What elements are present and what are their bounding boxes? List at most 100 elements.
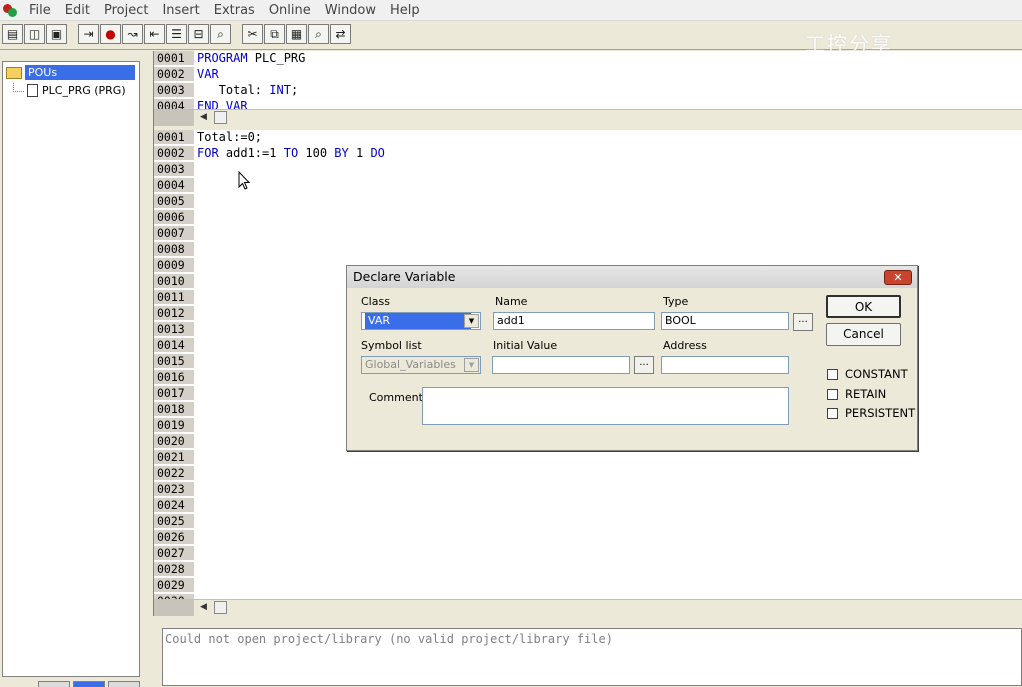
comment-field[interactable]: [422, 387, 789, 425]
save-icon[interactable]: ▣: [46, 24, 67, 44]
initial-value-browse-button[interactable]: ...: [634, 356, 654, 374]
line-number: 0002: [154, 67, 194, 82]
code-line[interactable]: 0004: [154, 178, 1022, 194]
paste-icon[interactable]: ▦: [286, 24, 307, 44]
menu-item-help[interactable]: Help: [383, 3, 427, 18]
code-line[interactable]: 0005: [154, 194, 1022, 210]
code-line[interactable]: 0028: [154, 562, 1022, 578]
scroll-left-icon[interactable]: ◀: [200, 602, 207, 612]
code-line[interactable]: 0026: [154, 530, 1022, 546]
type-browse-button[interactable]: ...: [793, 313, 813, 331]
name-field[interactable]: add1: [493, 312, 655, 330]
keyword-token: TO: [283, 146, 299, 160]
tree-item-plc-prg[interactable]: PLC_PRG (PRG): [13, 83, 126, 97]
checkbox-box[interactable]: [827, 388, 838, 400]
code-line[interactable]: 0006: [154, 210, 1022, 226]
app-icon[interactable]: [2, 2, 18, 18]
menu-item-online[interactable]: Online: [262, 3, 318, 18]
scroll-thumb[interactable]: [214, 601, 227, 614]
message-text[interactable]: Could not open project/library (no valid…: [162, 628, 1022, 686]
find-icon[interactable]: ⌕: [210, 24, 231, 44]
type-field[interactable]: BOOL: [661, 312, 789, 330]
menu-item-extras[interactable]: Extras: [207, 3, 262, 18]
declaration-pane[interactable]: 0001 PROGRAM PLC_PRG 0002 VAR 0003 Total: IN…: [154, 51, 1022, 110]
menu-item-edit[interactable]: Edit: [58, 3, 97, 18]
find-next-icon[interactable]: ⌕: [308, 24, 329, 44]
step-icon[interactable]: ⇤: [144, 24, 165, 44]
rebuild-icon[interactable]: ⊟: [188, 24, 209, 44]
code-line[interactable]: 0024: [154, 498, 1022, 514]
code-text: PROGRAM PLC_PRG: [194, 51, 305, 67]
line-number: 0025: [154, 514, 194, 529]
copy-icon[interactable]: ⧉: [264, 24, 285, 44]
code-line[interactable]: 0001 PROGRAM PLC_PRG: [154, 51, 1022, 67]
code-line[interactable]: 0021: [154, 450, 1022, 466]
replace-icon[interactable]: ⇄: [330, 24, 351, 44]
line-number: 0014: [154, 338, 194, 353]
class-select[interactable]: VAR ▼: [361, 312, 481, 330]
declaration-hscroll[interactable]: ◀: [154, 109, 1022, 126]
dialog-title[interactable]: Declare Variable: [347, 266, 917, 288]
code-token: ;: [290, 83, 299, 97]
tree-item-label: PLC_PRG (PRG): [42, 84, 126, 97]
menu-item-insert[interactable]: Insert: [155, 3, 206, 18]
tab-datatypes[interactable]: [73, 681, 105, 687]
tab-visualizations[interactable]: [108, 681, 140, 687]
chevron-down-icon[interactable]: ▼: [464, 314, 479, 328]
run-icon[interactable]: ↝: [122, 24, 143, 44]
tree-item-pous[interactable]: POUs: [6, 65, 135, 80]
ok-button[interactable]: OK: [826, 295, 901, 318]
open-icon[interactable]: ◫: [24, 24, 45, 44]
code-line[interactable]: 0022: [154, 466, 1022, 482]
type-label: Type: [663, 295, 689, 308]
line-number: 0019: [154, 418, 194, 433]
body-hscroll[interactable]: ◀: [154, 599, 1022, 616]
constant-checkbox[interactable]: CONSTANT: [827, 367, 908, 381]
declare-variable-dialog: Declare Variable ✕ Class VAR ▼ Name add1…: [346, 265, 918, 451]
line-number: 0018: [154, 402, 194, 417]
line-number: 0029: [154, 578, 194, 593]
persistent-checkbox[interactable]: PERSISTENT: [827, 406, 915, 420]
menu-item-window[interactable]: Window: [318, 3, 383, 18]
code-line[interactable]: 0008: [154, 242, 1022, 258]
symbol-list-value: Global_Variables: [365, 358, 456, 371]
new-icon[interactable]: ▤: [2, 24, 23, 44]
code-line[interactable]: 0002 VAR: [154, 67, 1022, 83]
code-line[interactable]: 0001 Total:=0;: [154, 130, 1022, 146]
compile-icon[interactable]: ☰: [166, 24, 187, 44]
line-number: 0010: [154, 274, 194, 289]
retain-checkbox[interactable]: RETAIN: [827, 387, 886, 401]
stop-icon[interactable]: ●: [100, 24, 121, 44]
menu-item-project[interactable]: Project: [97, 3, 155, 18]
cut-icon[interactable]: ✂: [242, 24, 263, 44]
code-text: FOR add1:=1 TO 100 BY 1 DO: [194, 146, 385, 162]
code-line[interactable]: 0027: [154, 546, 1022, 562]
menu-item-file[interactable]: File: [22, 3, 58, 18]
line-number: 0028: [154, 562, 194, 577]
login-icon[interactable]: ⇥: [78, 24, 99, 44]
checkbox-box[interactable]: [827, 368, 838, 380]
code-line[interactable]: 0023: [154, 482, 1022, 498]
scroll-left-icon[interactable]: ◀: [200, 112, 207, 122]
code-line[interactable]: 0029: [154, 578, 1022, 594]
initial-value-field[interactable]: [492, 356, 630, 374]
address-field[interactable]: [661, 356, 789, 374]
keyword-token: DO: [370, 146, 385, 160]
code-line[interactable]: 0002 FOR add1:=1 TO 100 BY 1 DO: [154, 146, 1022, 162]
cancel-button[interactable]: Cancel: [826, 323, 901, 346]
code-line[interactable]: 0007: [154, 226, 1022, 242]
scroll-thumb[interactable]: [214, 111, 227, 124]
line-number: 0017: [154, 386, 194, 401]
code-line[interactable]: 0025: [154, 514, 1022, 530]
code-line[interactable]: 0003: [154, 162, 1022, 178]
close-icon[interactable]: ✕: [884, 270, 912, 285]
code-line[interactable]: 0003 Total: INT;: [154, 83, 1022, 99]
checkbox-box[interactable]: [827, 407, 838, 419]
chevron-down-icon: ▼: [464, 358, 479, 372]
tab-pous[interactable]: [38, 681, 70, 687]
